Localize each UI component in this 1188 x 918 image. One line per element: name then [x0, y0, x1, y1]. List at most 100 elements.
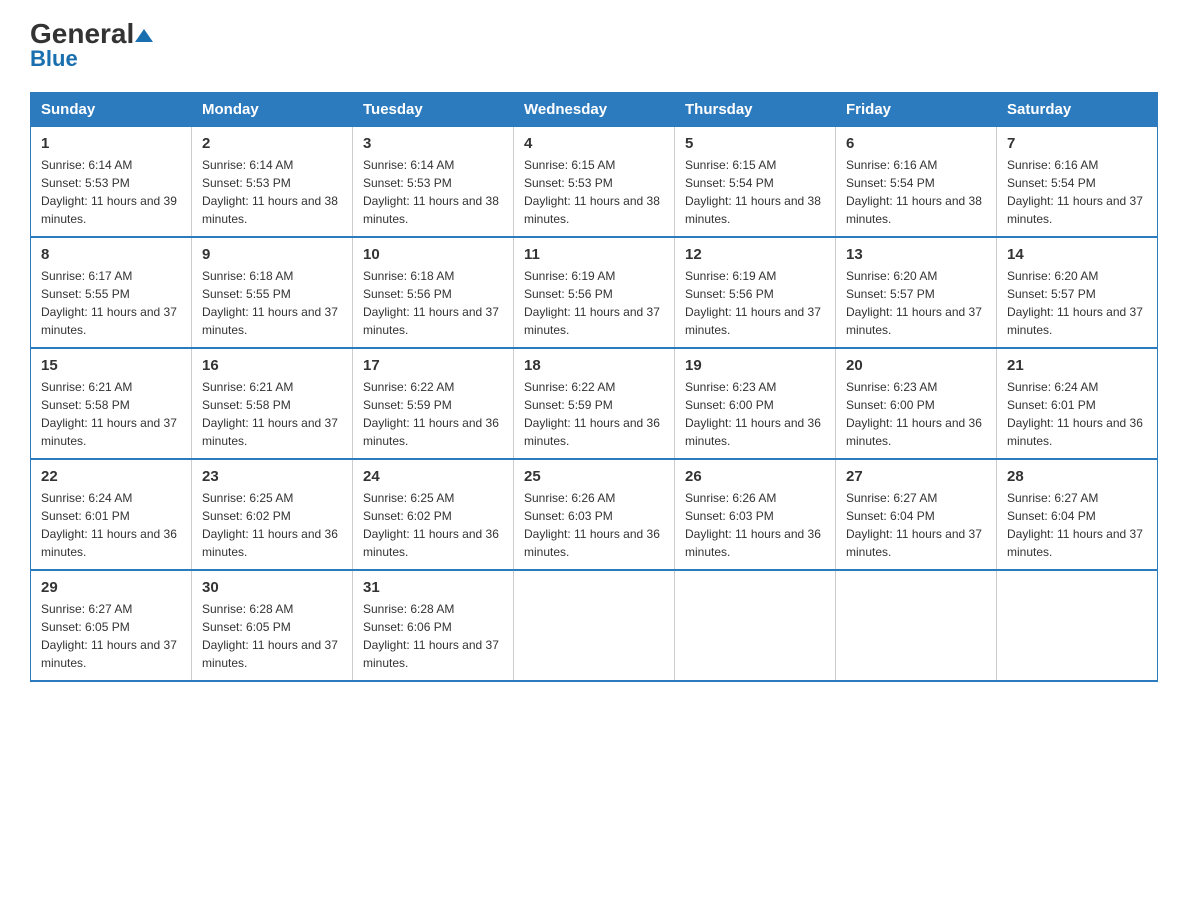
- day-number: 23: [202, 468, 342, 485]
- day-cell: 22 Sunrise: 6:24 AM Sunset: 6:01 PM Dayl…: [31, 459, 192, 570]
- week-row-3: 15 Sunrise: 6:21 AM Sunset: 5:58 PM Dayl…: [31, 348, 1158, 459]
- day-info: Sunrise: 6:22 AM Sunset: 5:59 PM Dayligh…: [524, 378, 664, 450]
- day-cell: 2 Sunrise: 6:14 AM Sunset: 5:53 PM Dayli…: [192, 127, 353, 238]
- day-info: Sunrise: 6:14 AM Sunset: 5:53 PM Dayligh…: [363, 156, 503, 228]
- day-cell: 31 Sunrise: 6:28 AM Sunset: 6:06 PM Dayl…: [353, 570, 514, 681]
- day-info: Sunrise: 6:25 AM Sunset: 6:02 PM Dayligh…: [363, 489, 503, 561]
- day-number: 19: [685, 357, 825, 374]
- day-number: 29: [41, 579, 181, 596]
- day-cell: 25 Sunrise: 6:26 AM Sunset: 6:03 PM Dayl…: [514, 459, 675, 570]
- day-info: Sunrise: 6:23 AM Sunset: 6:00 PM Dayligh…: [685, 378, 825, 450]
- day-cell: 18 Sunrise: 6:22 AM Sunset: 5:59 PM Dayl…: [514, 348, 675, 459]
- day-info: Sunrise: 6:20 AM Sunset: 5:57 PM Dayligh…: [1007, 267, 1147, 339]
- day-number: 21: [1007, 357, 1147, 374]
- day-cell: 10 Sunrise: 6:18 AM Sunset: 5:56 PM Dayl…: [353, 237, 514, 348]
- day-cell: 12 Sunrise: 6:19 AM Sunset: 5:56 PM Dayl…: [675, 237, 836, 348]
- day-cell: 29 Sunrise: 6:27 AM Sunset: 6:05 PM Dayl…: [31, 570, 192, 681]
- header-tuesday: Tuesday: [353, 93, 514, 127]
- day-number: 12: [685, 246, 825, 263]
- day-number: 7: [1007, 135, 1147, 152]
- day-cell: 17 Sunrise: 6:22 AM Sunset: 5:59 PM Dayl…: [353, 348, 514, 459]
- day-info: Sunrise: 6:17 AM Sunset: 5:55 PM Dayligh…: [41, 267, 181, 339]
- day-number: 20: [846, 357, 986, 374]
- day-number: 30: [202, 579, 342, 596]
- header-thursday: Thursday: [675, 93, 836, 127]
- logo-general: General: [30, 20, 153, 48]
- day-cell: 23 Sunrise: 6:25 AM Sunset: 6:02 PM Dayl…: [192, 459, 353, 570]
- day-cell: [514, 570, 675, 681]
- day-number: 14: [1007, 246, 1147, 263]
- day-cell: [997, 570, 1158, 681]
- day-info: Sunrise: 6:24 AM Sunset: 6:01 PM Dayligh…: [1007, 378, 1147, 450]
- day-cell: [836, 570, 997, 681]
- day-info: Sunrise: 6:28 AM Sunset: 6:06 PM Dayligh…: [363, 600, 503, 672]
- day-cell: 4 Sunrise: 6:15 AM Sunset: 5:53 PM Dayli…: [514, 127, 675, 238]
- week-row-5: 29 Sunrise: 6:27 AM Sunset: 6:05 PM Dayl…: [31, 570, 1158, 681]
- day-info: Sunrise: 6:16 AM Sunset: 5:54 PM Dayligh…: [1007, 156, 1147, 228]
- day-cell: 19 Sunrise: 6:23 AM Sunset: 6:00 PM Dayl…: [675, 348, 836, 459]
- header-monday: Monday: [192, 93, 353, 127]
- day-info: Sunrise: 6:16 AM Sunset: 5:54 PM Dayligh…: [846, 156, 986, 228]
- day-cell: 28 Sunrise: 6:27 AM Sunset: 6:04 PM Dayl…: [997, 459, 1158, 570]
- day-info: Sunrise: 6:18 AM Sunset: 5:55 PM Dayligh…: [202, 267, 342, 339]
- logo: General Blue: [30, 20, 153, 72]
- day-number: 16: [202, 357, 342, 374]
- day-cell: 9 Sunrise: 6:18 AM Sunset: 5:55 PM Dayli…: [192, 237, 353, 348]
- day-cell: 6 Sunrise: 6:16 AM Sunset: 5:54 PM Dayli…: [836, 127, 997, 238]
- day-info: Sunrise: 6:15 AM Sunset: 5:53 PM Dayligh…: [524, 156, 664, 228]
- calendar-header-row: SundayMondayTuesdayWednesdayThursdayFrid…: [31, 93, 1158, 127]
- day-info: Sunrise: 6:19 AM Sunset: 5:56 PM Dayligh…: [524, 267, 664, 339]
- day-number: 2: [202, 135, 342, 152]
- day-info: Sunrise: 6:19 AM Sunset: 5:56 PM Dayligh…: [685, 267, 825, 339]
- day-info: Sunrise: 6:14 AM Sunset: 5:53 PM Dayligh…: [202, 156, 342, 228]
- day-cell: 21 Sunrise: 6:24 AM Sunset: 6:01 PM Dayl…: [997, 348, 1158, 459]
- day-info: Sunrise: 6:24 AM Sunset: 6:01 PM Dayligh…: [41, 489, 181, 561]
- header-wednesday: Wednesday: [514, 93, 675, 127]
- day-number: 8: [41, 246, 181, 263]
- day-number: 18: [524, 357, 664, 374]
- day-number: 15: [41, 357, 181, 374]
- day-cell: 7 Sunrise: 6:16 AM Sunset: 5:54 PM Dayli…: [997, 127, 1158, 238]
- day-number: 10: [363, 246, 503, 263]
- day-info: Sunrise: 6:28 AM Sunset: 6:05 PM Dayligh…: [202, 600, 342, 672]
- day-cell: 11 Sunrise: 6:19 AM Sunset: 5:56 PM Dayl…: [514, 237, 675, 348]
- day-number: 13: [846, 246, 986, 263]
- day-info: Sunrise: 6:15 AM Sunset: 5:54 PM Dayligh…: [685, 156, 825, 228]
- day-number: 24: [363, 468, 503, 485]
- day-cell: 26 Sunrise: 6:26 AM Sunset: 6:03 PM Dayl…: [675, 459, 836, 570]
- day-number: 17: [363, 357, 503, 374]
- day-number: 4: [524, 135, 664, 152]
- day-number: 31: [363, 579, 503, 596]
- day-info: Sunrise: 6:27 AM Sunset: 6:05 PM Dayligh…: [41, 600, 181, 672]
- day-cell: 8 Sunrise: 6:17 AM Sunset: 5:55 PM Dayli…: [31, 237, 192, 348]
- day-number: 25: [524, 468, 664, 485]
- day-number: 9: [202, 246, 342, 263]
- day-cell: 3 Sunrise: 6:14 AM Sunset: 5:53 PM Dayli…: [353, 127, 514, 238]
- day-number: 6: [846, 135, 986, 152]
- day-info: Sunrise: 6:14 AM Sunset: 5:53 PM Dayligh…: [41, 156, 181, 228]
- day-cell: 30 Sunrise: 6:28 AM Sunset: 6:05 PM Dayl…: [192, 570, 353, 681]
- day-number: 3: [363, 135, 503, 152]
- header-saturday: Saturday: [997, 93, 1158, 127]
- logo-blue-text: Blue: [30, 46, 78, 72]
- day-cell: 14 Sunrise: 6:20 AM Sunset: 5:57 PM Dayl…: [997, 237, 1158, 348]
- day-info: Sunrise: 6:20 AM Sunset: 5:57 PM Dayligh…: [846, 267, 986, 339]
- day-info: Sunrise: 6:26 AM Sunset: 6:03 PM Dayligh…: [524, 489, 664, 561]
- day-number: 11: [524, 246, 664, 263]
- day-info: Sunrise: 6:27 AM Sunset: 6:04 PM Dayligh…: [1007, 489, 1147, 561]
- calendar-table: SundayMondayTuesdayWednesdayThursdayFrid…: [30, 92, 1158, 682]
- page-header: General Blue: [30, 20, 1158, 72]
- day-info: Sunrise: 6:25 AM Sunset: 6:02 PM Dayligh…: [202, 489, 342, 561]
- day-cell: 15 Sunrise: 6:21 AM Sunset: 5:58 PM Dayl…: [31, 348, 192, 459]
- day-number: 1: [41, 135, 181, 152]
- day-cell: 13 Sunrise: 6:20 AM Sunset: 5:57 PM Dayl…: [836, 237, 997, 348]
- header-sunday: Sunday: [31, 93, 192, 127]
- day-cell: 24 Sunrise: 6:25 AM Sunset: 6:02 PM Dayl…: [353, 459, 514, 570]
- day-number: 5: [685, 135, 825, 152]
- week-row-4: 22 Sunrise: 6:24 AM Sunset: 6:01 PM Dayl…: [31, 459, 1158, 570]
- day-number: 26: [685, 468, 825, 485]
- day-cell: [675, 570, 836, 681]
- day-info: Sunrise: 6:18 AM Sunset: 5:56 PM Dayligh…: [363, 267, 503, 339]
- day-number: 27: [846, 468, 986, 485]
- day-cell: 20 Sunrise: 6:23 AM Sunset: 6:00 PM Dayl…: [836, 348, 997, 459]
